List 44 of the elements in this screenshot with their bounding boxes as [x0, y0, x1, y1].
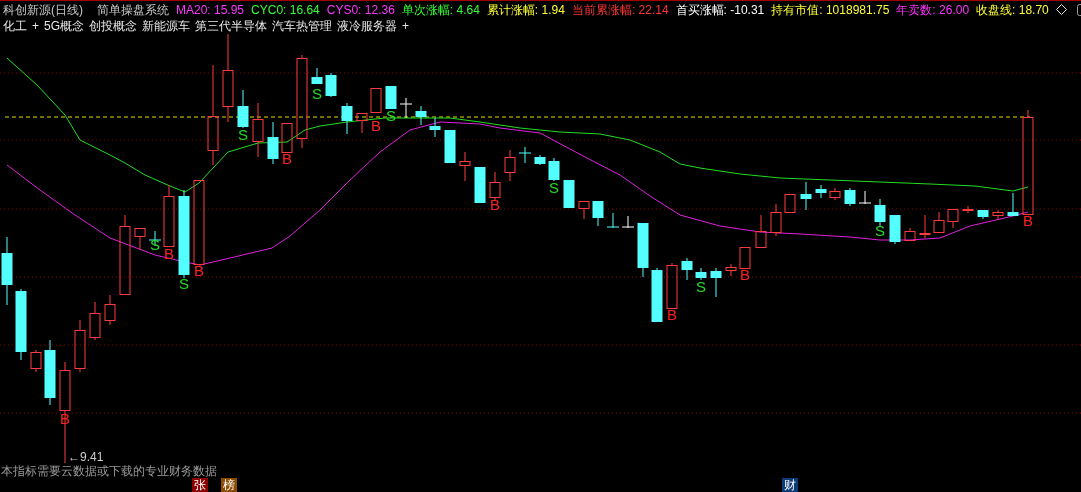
footer-badge[interactable]: 榜 [221, 478, 237, 492]
concept-tag: 第三代半导体 [195, 20, 268, 32]
signal-label: S [696, 278, 706, 295]
signal-label: S [875, 222, 885, 239]
indicator-reading: CYC0: 16.64 [251, 3, 320, 16]
indicator-reading: 年卖数: 26.00 [896, 3, 970, 16]
add-concept-button[interactable]: + [32, 20, 39, 32]
signal-label: B [164, 245, 174, 262]
concept-tag: 5G概念 [44, 20, 85, 32]
signal-label: B [667, 306, 677, 323]
stock-name: 科创新源(日线) [3, 3, 83, 16]
signal-label: B [60, 410, 70, 427]
low-price-label: ←9.41 [68, 450, 104, 464]
indicator-reading: MA20: 15.95 [176, 3, 245, 16]
signal-label: B [1023, 212, 1033, 229]
notice-text: 本指标需要云数据或下载的专业财务数据 [1, 465, 217, 477]
concept-tag: 新能源车 [142, 20, 191, 32]
indicator-reading: CYS0: 12.36 [326, 3, 395, 16]
signal-label: S [238, 126, 248, 143]
add-concept-button[interactable]: + [402, 20, 410, 32]
indicator-reading: 单次涨幅: 4.64 [401, 3, 480, 16]
signal-label: S [386, 107, 396, 124]
signal-label: S [549, 179, 559, 196]
indicator-reading: 当前累涨幅: 22.14 [571, 3, 669, 16]
signal-label: S [150, 236, 160, 253]
signal-label: S [312, 85, 322, 102]
indicator-reading: 持有市值: 1018981.75 [771, 3, 890, 16]
signal-label: B [740, 266, 750, 283]
indicator-reading: 累计涨幅: 1.94 [486, 3, 565, 16]
footer-badge[interactable]: 张 [192, 478, 208, 492]
indicator-reading: 收盘线: 18.70 [976, 3, 1049, 16]
diamond-icon[interactable] [1055, 4, 1067, 15]
indicator-reading: 首买涨幅: -10.31 [675, 3, 765, 16]
signal-label: S [179, 275, 189, 292]
signal-label: B [490, 196, 500, 213]
concept-tag: 汽车热管理 [272, 20, 333, 32]
signal-label: B [282, 150, 292, 167]
concept-tag: 液冷服务器 [337, 20, 398, 32]
footer-badge[interactable]: 财 [782, 478, 798, 492]
signal-label: B [371, 117, 381, 134]
signal-label: B [194, 262, 204, 279]
system-name: 简单操盘系统 [97, 3, 169, 16]
concept-tag: 化工 [3, 20, 27, 32]
concept-tag: 创投概念 [89, 20, 138, 32]
